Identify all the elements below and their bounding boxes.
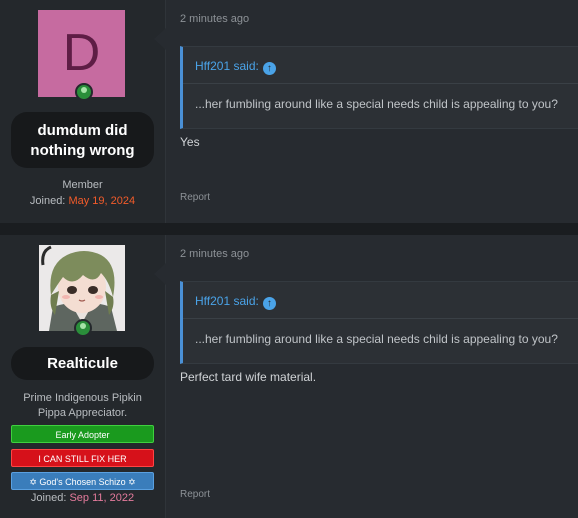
- post-timestamp[interactable]: 2 minutes ago: [180, 13, 249, 25]
- arrow-up-icon[interactable]: ↑: [262, 62, 276, 75]
- post-timestamp[interactable]: 2 minutes ago: [180, 248, 249, 260]
- joined-label: Joined:: [29, 195, 66, 207]
- username[interactable]: Realticule: [11, 347, 154, 380]
- online-status-icon: [74, 319, 92, 337]
- user-sidebar: D dumdum did nothing wrong Member Joined…: [0, 0, 166, 223]
- post: Realticule Prime Indigenous Pipkin Pippa…: [0, 235, 578, 518]
- post-message: Yes: [180, 135, 200, 149]
- joined-label: Joined:: [30, 492, 67, 504]
- badge-fix-her: I CAN STILL FIX HER: [11, 449, 154, 467]
- joined-info: Joined: May 19, 2024: [0, 195, 165, 207]
- quote-text: ...her fumbling around like a special ne…: [195, 97, 558, 111]
- post-arrow: [154, 28, 166, 50]
- divider: [183, 318, 578, 319]
- arrow-up-icon[interactable]: ↑: [262, 297, 276, 310]
- online-status-icon: [75, 83, 93, 101]
- user-title-line-2: Pippa Appreciator.: [37, 407, 128, 419]
- user-sidebar: Realticule Prime Indigenous Pipkin Pippa…: [0, 235, 166, 518]
- post: D dumdum did nothing wrong Member Joined…: [0, 0, 578, 223]
- quote-author-name: Hff201 said:: [195, 294, 259, 308]
- quote-author-name: Hff201 said:: [195, 59, 259, 73]
- badge-chosen-schizo: ✡ God's Chosen Schizo ✡: [11, 472, 154, 490]
- joined-date: Sep 11, 2022: [69, 492, 135, 504]
- joined-info: Joined: Sep 11, 2022: [0, 492, 165, 504]
- quote-text: ...her fumbling around like a special ne…: [195, 332, 558, 346]
- quote-author[interactable]: Hff201 said: ↑: [195, 59, 276, 75]
- report-link[interactable]: Report: [180, 192, 210, 203]
- post-separator: [0, 223, 578, 235]
- post-arrow: [154, 263, 166, 285]
- user-title: Member: [62, 179, 103, 191]
- post-content: 2 minutes ago Hff201 said: ↑ ...her fumbl…: [166, 235, 578, 518]
- user-title: Prime Indigenous Pipkin Pippa Appreciato…: [0, 391, 165, 421]
- user-title-line-1: Prime Indigenous Pipkin: [23, 392, 142, 404]
- quote-block: Hff201 said: ↑ ...her fumbling around lik…: [180, 281, 578, 364]
- username[interactable]: dumdum did nothing wrong: [11, 112, 154, 168]
- badge-early-adopter: Early Adopter: [11, 425, 154, 443]
- quote-block: Hff201 said: ↑ ...her fumbling around lik…: [180, 46, 578, 129]
- post-message: Perfect tard wife material.: [180, 370, 317, 384]
- quote-author[interactable]: Hff201 said: ↑: [195, 294, 276, 310]
- divider: [183, 83, 578, 84]
- username-line-2: nothing wrong: [30, 142, 135, 159]
- post-content: 2 minutes ago Hff201 said: ↑ ...her fumbl…: [166, 0, 578, 223]
- report-link[interactable]: Report: [180, 489, 210, 500]
- joined-date: May 19, 2024: [68, 195, 136, 207]
- username-line-1: dumdum did: [37, 122, 128, 139]
